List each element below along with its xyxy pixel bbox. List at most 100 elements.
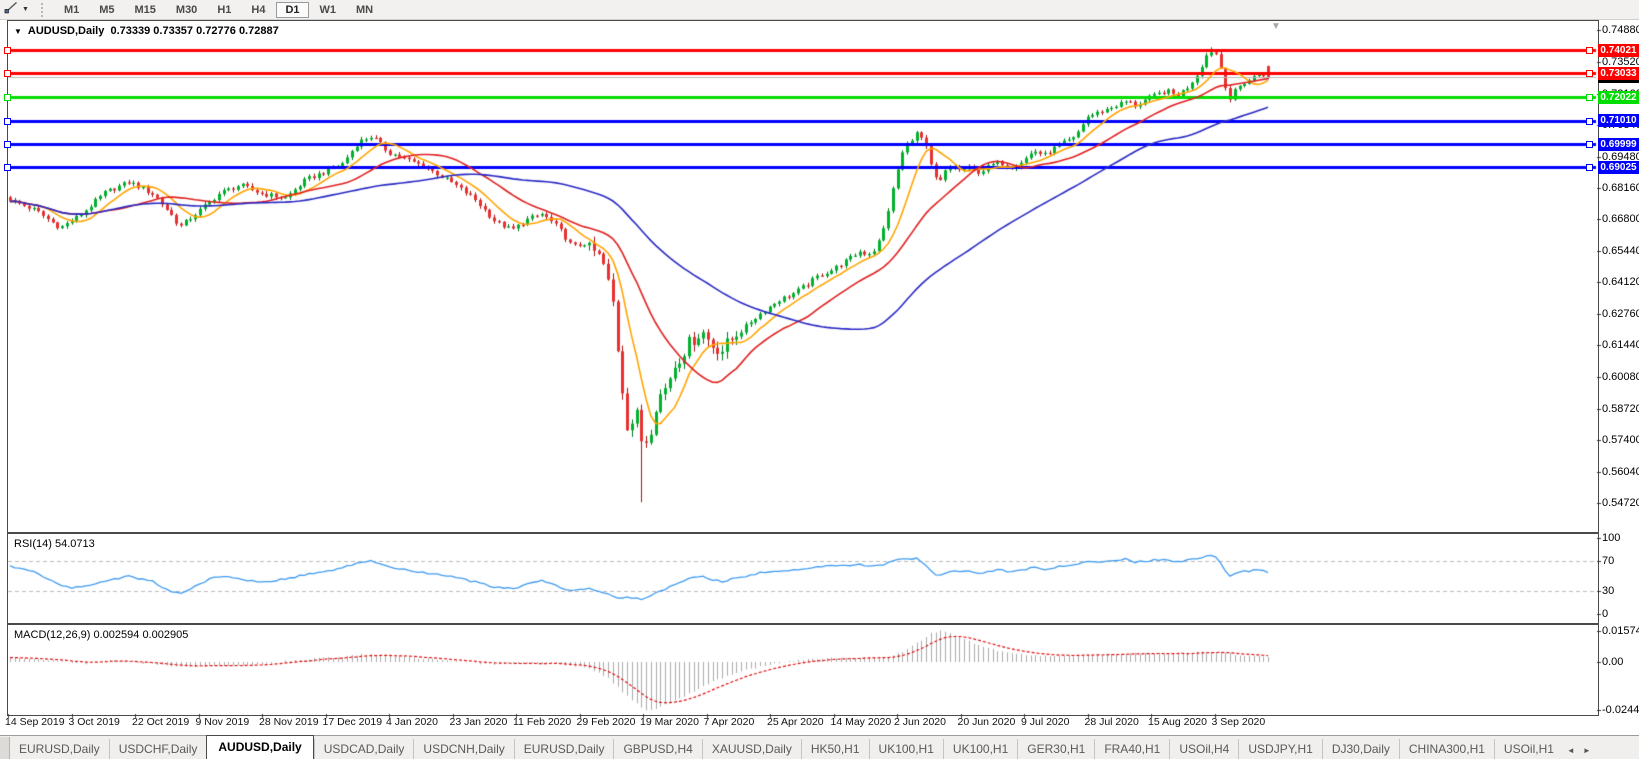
- tab-scroll-right-icon[interactable]: ►: [1579, 746, 1595, 759]
- price-axis-label: 0.74880: [1602, 24, 1639, 36]
- price-axis-label: 0.57400: [1602, 433, 1639, 446]
- date-label: 3 Sep 2020: [1211, 716, 1266, 728]
- price-axis-label: 0.56040: [1602, 465, 1639, 478]
- level-line-handle[interactable]: [4, 70, 11, 78]
- chart-shift-marker-icon[interactable]: ▼: [1271, 21, 1281, 32]
- date-label: 20 Jun 2020: [957, 716, 1016, 728]
- chart-tab-dj30-daily[interactable]: DJ30,Daily: [1321, 739, 1399, 759]
- level-line-handle[interactable]: [4, 47, 11, 55]
- date-label: 17 Dec 2019: [322, 716, 383, 728]
- date-label: 23 Jan 2020: [449, 716, 508, 728]
- level-price-tag[interactable]: 0.72022: [1598, 90, 1639, 104]
- rsi-value: 54.0713: [54, 538, 95, 550]
- trading-terminal-window: ▼ M1 M5 M15 M30 H1 H4 D1 W1 MN ▼ AUDUSD,Daily 0.7…: [0, 0, 1639, 759]
- chart-title: ▼ AUDUSD,Daily 0.73339 0.73357 0.72776 0.…: [14, 25, 279, 37]
- macd-axis-label: -0.024412: [1602, 703, 1639, 716]
- chart-tab-usoil-h4[interactable]: USOil,H4: [1169, 739, 1238, 759]
- rsi-axis-label: 70: [1602, 554, 1615, 567]
- rsi-axis-label: 30: [1602, 585, 1615, 598]
- level-price-tag[interactable]: 0.69025: [1598, 160, 1639, 174]
- ohlc-close: 0.72887: [238, 25, 279, 37]
- timeframe-button-d1[interactable]: D1: [276, 1, 309, 18]
- level-price-tag[interactable]: 0.69999: [1598, 137, 1639, 151]
- level-line-handle[interactable]: [1586, 141, 1593, 149]
- symbol-caret-icon: ▼: [14, 27, 22, 36]
- level-line-handle[interactable]: [4, 94, 11, 101]
- rsi-axis-label: 0: [1602, 608, 1609, 620]
- price-axis-label: 0.68160: [1602, 181, 1639, 194]
- chart-tab-ger30-h1[interactable]: GER30,H1: [1017, 739, 1094, 759]
- date-label: 25 Apr 2020: [767, 716, 824, 728]
- rsi-axis-label: 100: [1602, 532, 1621, 544]
- chart-tab-eurusd-daily[interactable]: EURUSD,Daily: [10, 739, 109, 759]
- chart-tab-usdchf-daily[interactable]: USDCHF,Daily: [108, 739, 207, 759]
- timeframe-button-mn[interactable]: MN: [347, 2, 382, 18]
- date-label: 3 Oct 2019: [68, 716, 120, 728]
- macd-axis-label: 0.015741: [1602, 625, 1639, 638]
- date-label: 9 Jul 2020: [1021, 716, 1070, 728]
- date-label: 28 Jul 2020: [1084, 716, 1139, 728]
- level-price-tag[interactable]: 0.73033: [1598, 66, 1639, 80]
- macd-axis-label: 0.00: [1602, 656, 1624, 668]
- chart-tab-uk100-h1[interactable]: UK100,H1: [942, 739, 1017, 759]
- chart-tab-gbpusd-h4[interactable]: GBPUSD,H4: [613, 739, 701, 759]
- timeframe-button-m15[interactable]: M15: [126, 2, 165, 18]
- timeframe-button-w1[interactable]: W1: [311, 2, 346, 18]
- toolbar-grip: [40, 2, 48, 17]
- drawing-tool-button[interactable]: ▼: [0, 1, 33, 18]
- timeframe-button-m1[interactable]: M1: [55, 2, 88, 18]
- level-line-handle[interactable]: [4, 117, 11, 125]
- date-label: 4 Jan 2020: [386, 716, 438, 728]
- line-tool-icon: [4, 1, 19, 19]
- macd-signal-value: 0.002905: [142, 629, 189, 641]
- date-label: 11 Feb 2020: [513, 716, 572, 728]
- chart-tab-usoil-h1[interactable]: USOil,H1: [1493, 739, 1563, 759]
- date-label: 28 Nov 2019: [259, 716, 319, 728]
- price-axis-label: 0.60080: [1602, 371, 1639, 384]
- chart-canvas[interactable]: [0, 0, 1639, 759]
- chart-tab-hk50-h1[interactable]: HK50,H1: [800, 739, 869, 759]
- price-axis-label: 0.62760: [1602, 308, 1639, 321]
- chart-tab-audusd-daily[interactable]: AUDUSD,Daily: [206, 735, 314, 759]
- macd-main-value: 0.002594: [93, 629, 140, 641]
- level-line-handle[interactable]: [1586, 94, 1593, 101]
- date-label: 9 Nov 2019: [195, 716, 250, 728]
- ohlc-open: 0.73339: [110, 25, 151, 37]
- price-axis-label: 0.54720: [1602, 496, 1639, 509]
- timeframe-button-h4[interactable]: H4: [242, 2, 274, 18]
- chart-tab-usdcad-daily[interactable]: USDCAD,Daily: [313, 739, 414, 759]
- level-line-handle[interactable]: [1586, 47, 1593, 55]
- macd-label: MACD(12,26,9) 0.002594 0.002905: [14, 629, 189, 641]
- toolbar: ▼ M1 M5 M15 M30 H1 H4 D1 W1 MN: [0, 0, 1639, 20]
- tab-scroll-left-icon[interactable]: ◄: [1563, 746, 1579, 759]
- ohlc-high: 0.73357: [153, 25, 194, 37]
- rsi-label: RSI(14) 54.0713: [14, 538, 95, 550]
- level-line-handle[interactable]: [4, 164, 11, 172]
- level-line-handle[interactable]: [1586, 117, 1593, 125]
- dropdown-caret-icon[interactable]: ▼: [22, 6, 29, 13]
- level-price-tag[interactable]: 0.74021: [1598, 43, 1639, 57]
- ohlc-low: 0.72776: [196, 25, 236, 37]
- level-line-handle[interactable]: [4, 141, 11, 149]
- chart-tab-usdjpy-h1[interactable]: USDJPY,H1: [1238, 739, 1321, 759]
- level-line-handle[interactable]: [1586, 164, 1593, 172]
- chart-tab-usdcnh-daily[interactable]: USDCNH,Daily: [413, 739, 513, 759]
- chart-tab-uk100-h1[interactable]: UK100,H1: [868, 739, 943, 759]
- price-axis-label: 0.64120: [1602, 276, 1639, 289]
- date-label: 14 Sep 2019: [5, 716, 65, 728]
- timeframe-button-m30[interactable]: M30: [167, 2, 206, 18]
- timeframe-button-m5[interactable]: M5: [90, 2, 123, 18]
- level-price-tag[interactable]: 0.71010: [1598, 114, 1639, 128]
- chart-tab-eurusd-daily[interactable]: EURUSD,Daily: [513, 739, 614, 759]
- chart-tab-bar: EURUSD,Daily USDCHF,Daily AUDUSD,Daily USDC…: [0, 735, 1639, 759]
- timeframe-buttons: M1 M5 M15 M30 H1 H4 D1 W1 MN: [54, 0, 383, 19]
- timeframe-button-h1[interactable]: H1: [208, 2, 240, 18]
- price-axis-label: 0.65440: [1602, 245, 1639, 258]
- chart-tab-xauusd-daily[interactable]: XAUUSD,Daily: [701, 739, 801, 759]
- chart-tab-fra40-h1[interactable]: FRA40,H1: [1094, 739, 1169, 759]
- chart-tab-china300-h1[interactable]: CHINA300,H1: [1398, 739, 1494, 759]
- date-label: 19 Mar 2020: [640, 716, 699, 728]
- date-label: 15 Aug 2020: [1148, 716, 1207, 728]
- date-label: 7 Apr 2020: [703, 716, 755, 728]
- level-line-handle[interactable]: [1586, 70, 1593, 78]
